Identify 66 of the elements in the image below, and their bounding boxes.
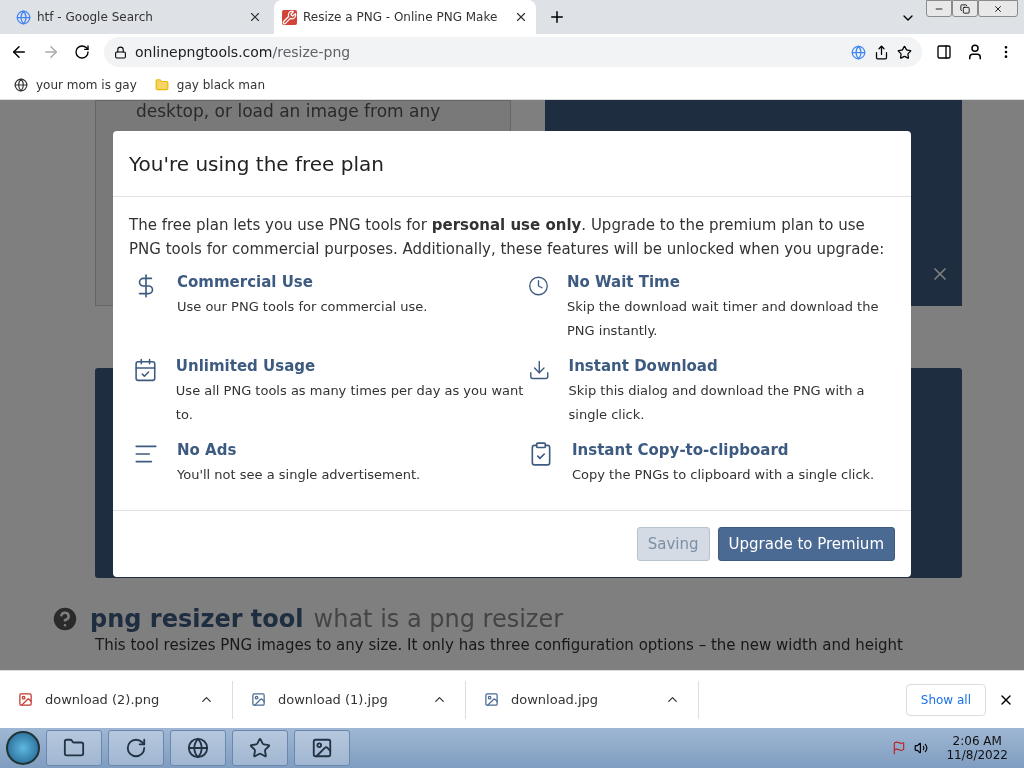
close-icon (993, 3, 1003, 14)
feature-text: You'll not see a single advertisement. (177, 466, 421, 484)
bookmark[interactable]: your mom is gay (36, 77, 137, 92)
feature-title: Instant Download (568, 357, 719, 375)
calendar-check-icon (133, 357, 158, 383)
clock[interactable]: 2:06 AM 11/8/2022 (936, 734, 1018, 762)
restore-button[interactable] (952, 0, 978, 17)
feature-title: No Ads (177, 441, 238, 459)
lock-icon (114, 45, 127, 59)
side-panel-icon[interactable] (936, 44, 952, 60)
file-name: download (1).jpg (278, 692, 389, 707)
file-name: download.jpg (511, 692, 600, 707)
show-all-button[interactable]: Show all (905, 683, 986, 716)
flag-icon[interactable] (892, 741, 907, 755)
taskbar-button[interactable] (232, 730, 288, 766)
reload-icon[interactable] (74, 44, 90, 60)
star-icon (249, 737, 271, 759)
feature-title: No Wait Time (567, 273, 681, 291)
download-item[interactable]: download (2).png (0, 680, 233, 719)
download-item[interactable]: download (1).jpg (233, 680, 466, 719)
folder-icon (63, 737, 85, 759)
taskbar-button[interactable] (170, 730, 226, 766)
feature-text: Skip this dialog and download the PNG with a single click. (568, 382, 866, 424)
folder-icon (154, 77, 169, 92)
taskbar-button[interactable] (46, 730, 102, 766)
feature-text: Use all PNG tools as many times per day as you want to. (175, 382, 525, 424)
address-bar[interactable]: onlinepngtools.com/resize-png (104, 37, 922, 67)
feature-title: Commercial Use (177, 273, 314, 291)
browser-tab[interactable]: htf - Google Search (8, 0, 270, 34)
close-icon[interactable] (514, 10, 528, 24)
upgrade-button[interactable]: Upgrade to Premium (717, 527, 895, 561)
feature-title: Unlimited Usage (175, 357, 317, 375)
dialog-intro: The free plan lets you use PNG tools for personal use only. Upgrade to the premium plan to use PNG tools for commercial purposes. Additionally, these features will be unlocked when you upgrade: (129, 215, 886, 260)
feature-title: Instant Copy-to-clipboard (572, 441, 790, 459)
profile-icon[interactable] (966, 43, 984, 61)
refresh-icon (125, 737, 147, 759)
feature-text: Copy the PNGs to clipboard with a single click. (572, 466, 875, 484)
image-file-icon (251, 692, 266, 707)
intro-text: desktop, or load an image from any (136, 101, 441, 121)
browser-tab[interactable]: Resize a PNG - Online PNG Make (274, 0, 536, 34)
paragraph: This tool resizes PNG images to any size. It only has three configuration options – the new width and height (95, 636, 904, 654)
subheading: what is a png resizer (313, 605, 564, 633)
image-file-icon (18, 692, 33, 707)
star-icon[interactable] (897, 44, 912, 60)
wrench-icon (282, 9, 297, 25)
image-file-icon (484, 692, 499, 707)
back-icon[interactable] (10, 43, 28, 61)
feature-text: Skip the download wait timer and download the PNG instantly. (567, 298, 880, 340)
share-icon[interactable] (874, 44, 889, 60)
download-item[interactable]: download.jpg (466, 680, 699, 719)
new-tab-icon[interactable] (548, 8, 566, 26)
close-icon[interactable] (248, 10, 262, 24)
globe-icon (187, 737, 209, 759)
help-icon (50, 604, 80, 634)
heading: png resizer tool (90, 605, 304, 633)
start-button[interactable] (6, 731, 40, 765)
taskbar-button[interactable] (108, 730, 164, 766)
dialog-title: You're using the free plan (113, 131, 911, 197)
taskbar-button[interactable] (294, 730, 350, 766)
bookmark[interactable]: gay black man (176, 77, 265, 92)
restore-icon (960, 3, 970, 14)
feature-text: Use our PNG tools for commercial use. (177, 298, 428, 316)
globe-icon (14, 77, 28, 92)
image-icon (311, 737, 333, 759)
file-name: download (2).png (45, 692, 161, 707)
volume-icon[interactable] (914, 741, 929, 755)
